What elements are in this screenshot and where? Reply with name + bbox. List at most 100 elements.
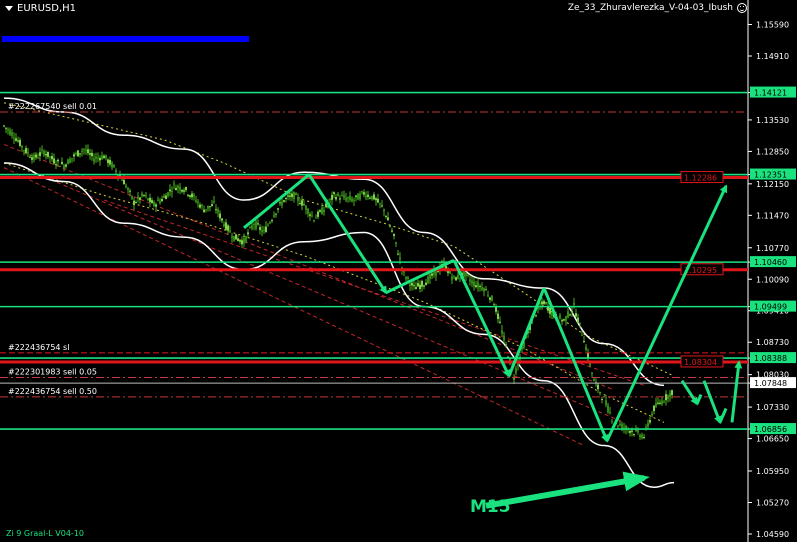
candle-body — [111, 162, 113, 168]
candle-body — [405, 277, 407, 279]
candle-body — [185, 187, 187, 191]
candle-body — [215, 209, 217, 211]
y-tick-label: 1.08730 — [756, 338, 789, 347]
candle-body — [27, 152, 29, 154]
candle-body — [387, 217, 389, 221]
candle-body — [349, 195, 351, 200]
moving-average-dotted — [3, 102, 675, 377]
candle-body — [639, 435, 641, 438]
candle-body — [515, 368, 517, 374]
candle-body — [341, 195, 343, 197]
candle-body — [309, 214, 311, 216]
candle-body — [657, 402, 659, 404]
candle-body — [83, 148, 85, 150]
candle-body — [663, 401, 665, 403]
candle-body — [291, 193, 293, 198]
candle-body — [359, 193, 361, 200]
candle-body — [535, 315, 537, 317]
candle-body — [281, 201, 283, 206]
candle-body — [39, 152, 41, 156]
red-level-tag-label: 1.12286 — [684, 174, 717, 183]
candle-body — [183, 190, 185, 192]
forecast-arrow — [243, 173, 310, 230]
candle-body — [143, 194, 145, 196]
candle-body — [499, 321, 501, 323]
candle-body — [321, 207, 323, 215]
candle-body — [307, 208, 309, 214]
candle-body — [471, 280, 473, 284]
candle-body — [497, 313, 499, 319]
candle-body — [195, 200, 197, 202]
candle-body — [465, 272, 467, 277]
candle-body — [271, 220, 273, 222]
forecast-arrow — [730, 360, 743, 423]
y-tick-label: 1.05270 — [756, 499, 789, 508]
candle-body — [285, 197, 287, 199]
candle-body — [469, 279, 471, 282]
candle-body — [585, 346, 587, 350]
candle-body — [403, 271, 405, 273]
candle-body — [609, 411, 611, 414]
candle-body — [455, 277, 457, 281]
candle-body — [171, 190, 173, 193]
order-label: #222301983 sell 0.05 — [8, 367, 97, 376]
candle-body — [63, 165, 65, 169]
candle-body — [75, 153, 77, 155]
price-chart[interactable]: 1.15590 1.14910 1.14121 1.13530 1.12850 1.123… — [0, 0, 797, 542]
dropdown-triangle-icon[interactable] — [5, 5, 13, 11]
candle-body — [573, 302, 575, 305]
candle-body — [373, 194, 375, 200]
green-level-price-label: 1.10460 — [754, 258, 787, 267]
candle-body — [605, 400, 607, 406]
candle-body — [653, 405, 655, 412]
candle-body — [217, 209, 219, 213]
order-label: #222267540 sell 0.01 — [8, 102, 97, 111]
candle-body — [389, 225, 391, 227]
candle-body — [505, 344, 507, 346]
candle-body — [649, 420, 651, 423]
candle-body — [275, 213, 277, 215]
candle-body — [229, 230, 231, 233]
candle-body — [411, 282, 413, 286]
candle-body — [347, 197, 349, 199]
forecast-arrow — [680, 379, 699, 406]
candle-body — [493, 304, 495, 306]
candle-body — [141, 193, 143, 196]
candle-body — [583, 341, 585, 343]
candle-body — [579, 322, 581, 324]
candle-body — [597, 384, 599, 390]
candle-body — [205, 209, 207, 211]
candle-body — [409, 283, 411, 287]
candle-body — [187, 194, 189, 196]
candle-body — [255, 221, 257, 229]
candle-body — [355, 195, 357, 197]
candle-body — [377, 198, 379, 203]
candle-body — [9, 130, 11, 135]
candle-body — [545, 302, 547, 304]
candle-body — [163, 196, 165, 198]
candle-body — [619, 423, 621, 426]
candle-body — [417, 283, 419, 287]
candle-body — [113, 164, 115, 168]
candle-body — [645, 427, 647, 429]
candle-body — [203, 209, 205, 213]
forecast-arrows — [243, 173, 743, 509]
candle-body — [601, 398, 603, 400]
chart-title-bar: EURUSD,H1 — [0, 0, 76, 16]
candle-body — [385, 215, 387, 217]
candle-body — [199, 204, 201, 208]
candle-body — [503, 335, 505, 341]
candle-body — [11, 132, 13, 136]
candle-body — [491, 295, 493, 301]
candle-body — [549, 307, 551, 314]
candle-body — [353, 200, 355, 202]
candle-body — [513, 378, 515, 380]
candle-body — [477, 282, 479, 288]
candle-body — [79, 153, 81, 155]
candle-body — [121, 179, 123, 181]
candle-body — [397, 253, 399, 255]
candle-body — [21, 145, 23, 148]
candle-body — [299, 203, 301, 205]
candle-body — [599, 392, 601, 394]
candle-body — [633, 434, 635, 436]
